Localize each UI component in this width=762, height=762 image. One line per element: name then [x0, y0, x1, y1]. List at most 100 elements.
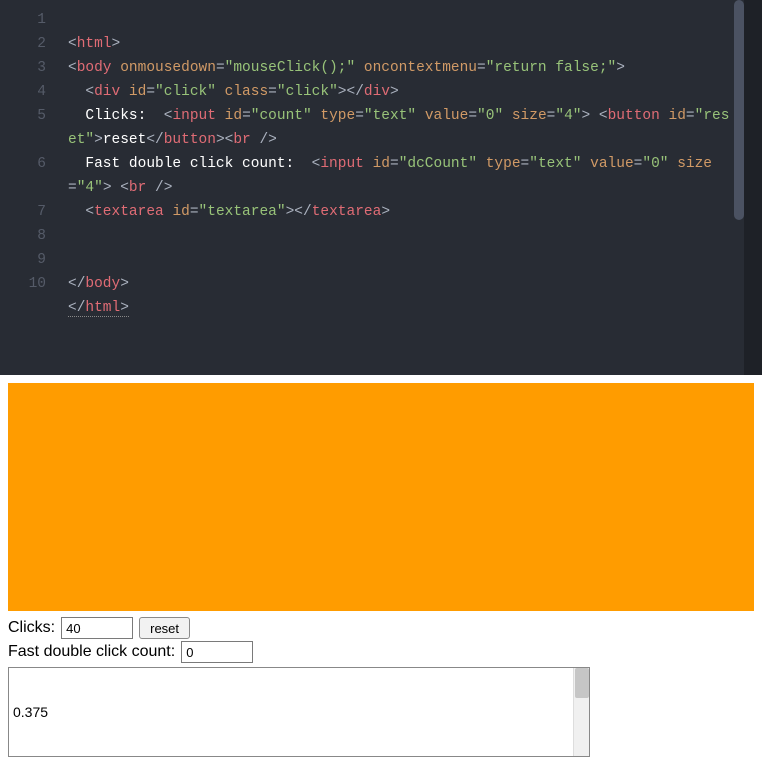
editor-scrollbar-thumb[interactable] [734, 0, 744, 220]
code-token: input [172, 108, 216, 124]
code-token: " [94, 180, 103, 196]
code-token: onmousedown [120, 60, 216, 76]
reset-button[interactable]: reset [139, 617, 190, 639]
code-token [416, 108, 425, 124]
line-number-gutter: 1 2 3 4 5 6 7 8 9 10 [0, 0, 58, 375]
code-token: > [103, 180, 112, 196]
code-token [668, 156, 677, 172]
code-token: " [207, 84, 216, 100]
code-editor[interactable]: 1 2 3 4 5 6 7 8 9 10 <html> <body onmous… [0, 0, 744, 375]
code-token [581, 156, 590, 172]
preview-pane: Clicks: reset Fast double click count: 0… [0, 375, 762, 762]
code-token [216, 84, 225, 100]
code-token: mouseClick(); [233, 60, 346, 76]
log-line: 0.22500014305114746 [13, 755, 157, 757]
code-token: type [320, 108, 355, 124]
code-token: value [590, 156, 634, 172]
code-token: = [216, 60, 225, 76]
code-token: click [286, 84, 330, 100]
code-token: " [277, 84, 286, 100]
code-token: div [364, 84, 390, 100]
line-number: 8 [0, 224, 46, 248]
code-token [146, 108, 163, 124]
code-token: > [390, 84, 399, 100]
code-token: = [686, 108, 695, 124]
code-token: dcCount [407, 156, 468, 172]
code-token: ></ [286, 204, 312, 220]
click-target-box[interactable] [8, 383, 754, 611]
code-token [68, 108, 85, 124]
code-token: html [77, 36, 112, 52]
code-token: > [120, 300, 129, 316]
code-token: button [164, 132, 216, 148]
code-token: </ [68, 276, 85, 292]
code-token: count [259, 108, 303, 124]
code-token: = [190, 204, 199, 220]
code-token: size [677, 156, 712, 172]
code-token [112, 60, 121, 76]
code-token: " [494, 108, 503, 124]
code-token: > [112, 36, 121, 52]
editor-scrollbar-track[interactable] [732, 0, 744, 375]
code-token [68, 204, 85, 220]
code-token: > [581, 108, 590, 124]
code-token: = [390, 156, 399, 172]
code-token: ></ [338, 84, 364, 100]
code-token: < [85, 204, 94, 220]
clicks-input[interactable] [61, 617, 133, 639]
code-token: class [225, 84, 269, 100]
code-token: " [85, 132, 94, 148]
line-number: 10 [0, 272, 46, 296]
code-token [216, 108, 225, 124]
code-token: = [521, 156, 530, 172]
code-token: = [468, 108, 477, 124]
code-token: " [364, 108, 373, 124]
code-token [477, 156, 486, 172]
code-token [660, 108, 669, 124]
dc-input[interactable] [181, 641, 253, 663]
code-token: textarea [94, 204, 164, 220]
code-token: /> [155, 180, 172, 196]
code-token: /> [259, 132, 276, 148]
textarea-scrollbar-thumb[interactable] [575, 668, 589, 698]
code-token: id [225, 108, 242, 124]
code-token: </ [68, 300, 85, 316]
code-token [112, 180, 121, 196]
code-token: = [68, 180, 77, 196]
code-token: textarea [312, 204, 382, 220]
code-token: " [555, 108, 564, 124]
log-textarea[interactable]: 0.375 0.22500014305114746 0.238999843597… [8, 667, 590, 757]
line-number: 7 [0, 200, 46, 224]
code-token: text [538, 156, 573, 172]
code-token: " [642, 156, 651, 172]
code-token: body [85, 276, 120, 292]
code-token [355, 60, 364, 76]
code-token: > [216, 132, 225, 148]
code-token: " [468, 156, 477, 172]
code-editor-pane: 1 2 3 4 5 6 7 8 9 10 <html> <body onmous… [0, 0, 762, 375]
code-content[interactable]: <html> <body onmousedown="mouseClick();"… [68, 8, 736, 344]
code-token: type [486, 156, 521, 172]
clicks-row: Clicks: reset [8, 617, 754, 639]
code-token: 0 [651, 156, 660, 172]
code-token: < [85, 84, 94, 100]
code-token: " [608, 60, 617, 76]
code-token: Fast double click count: [85, 156, 294, 172]
code-token: = [242, 108, 251, 124]
dc-label: Fast double click count: [8, 643, 175, 661]
code-token: size [512, 108, 547, 124]
code-token: br [233, 132, 250, 148]
code-token: </ [146, 132, 163, 148]
code-token: reset [103, 132, 147, 148]
code-token: id [172, 204, 189, 220]
textarea-scrollbar-track[interactable] [573, 668, 589, 756]
code-token: id [373, 156, 390, 172]
code-token: < [68, 36, 77, 52]
code-token [146, 180, 155, 196]
line-number: 1 [0, 8, 46, 32]
code-token: " [303, 108, 312, 124]
code-token [68, 84, 85, 100]
code-token: < [599, 108, 608, 124]
code-token: = [477, 60, 486, 76]
line-number: 3 [0, 56, 46, 80]
